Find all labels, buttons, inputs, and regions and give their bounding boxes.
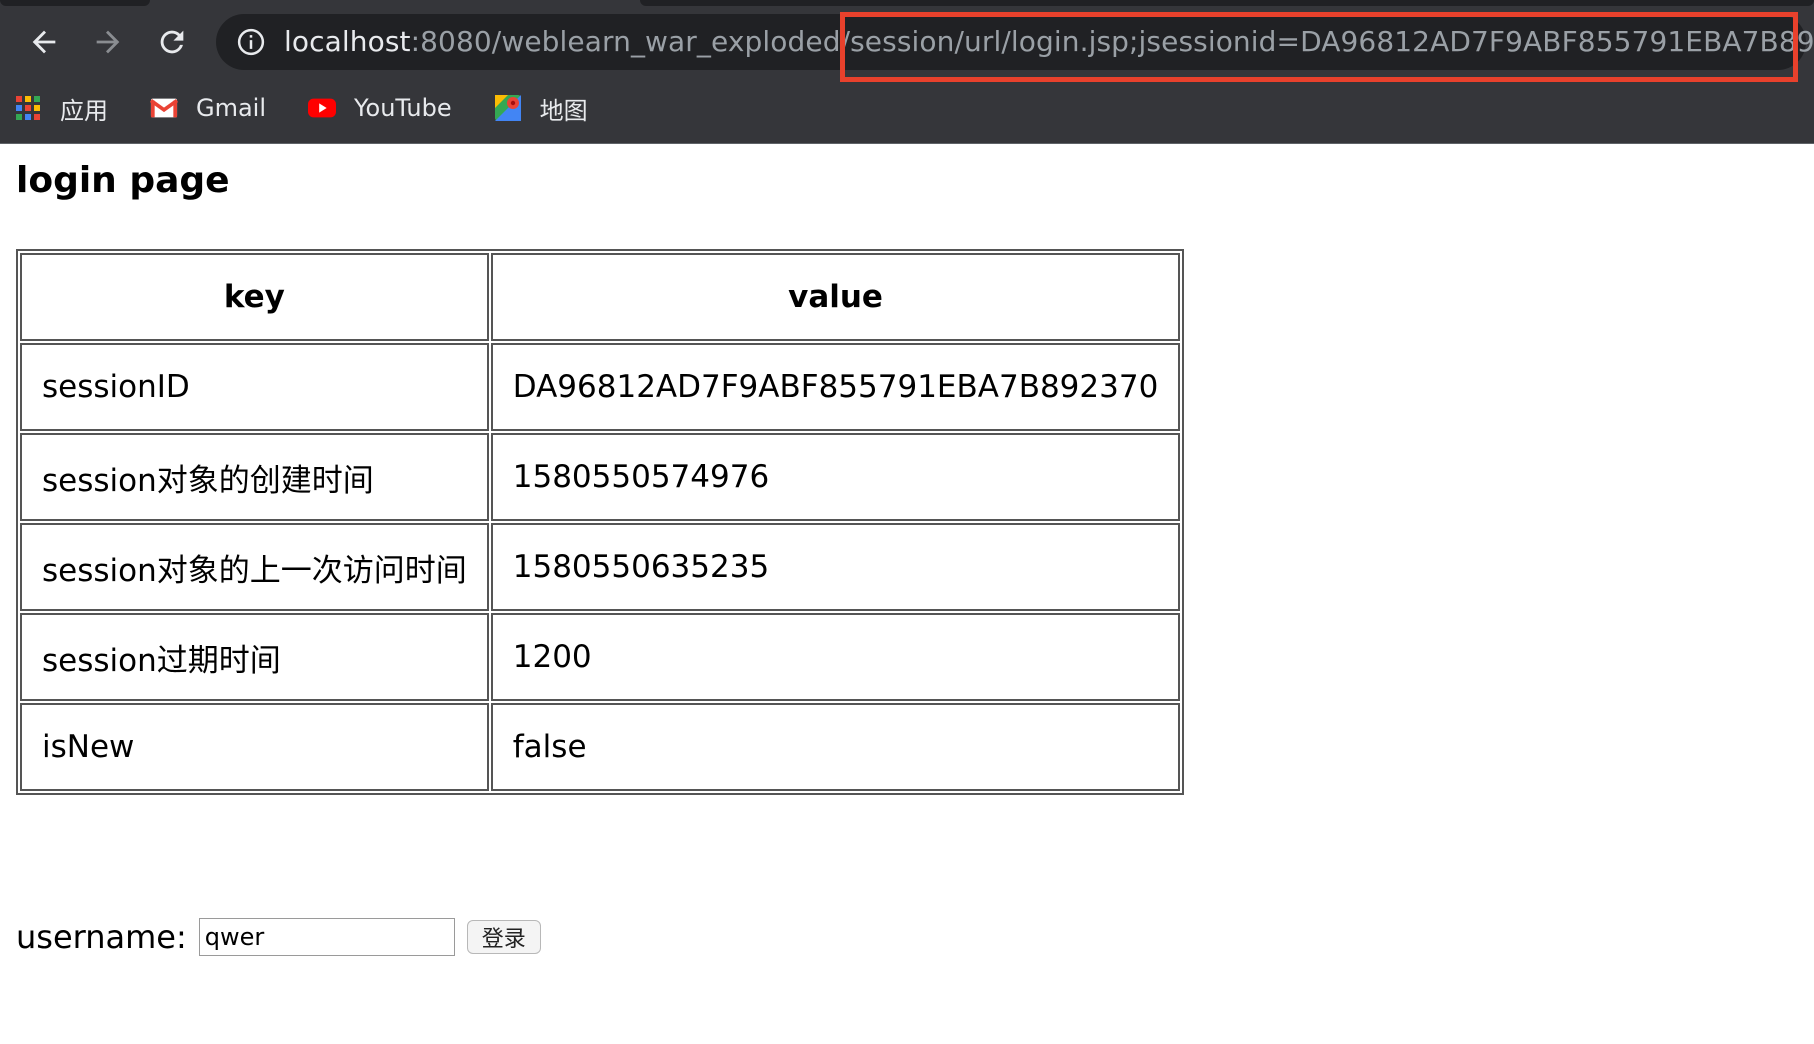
table-row: session对象的上一次访问时间 1580550635235 (20, 523, 1181, 611)
login-form: username: 登录 (16, 915, 541, 959)
url-host: localhost (284, 25, 411, 58)
table-cell-key: session对象的上一次访问时间 (20, 523, 489, 611)
bookmark-apps[interactable]: 应用 (0, 86, 120, 130)
info-icon[interactable] (236, 27, 266, 57)
bookmark-gmail[interactable]: Gmail (120, 86, 278, 130)
back-button[interactable] (18, 16, 70, 68)
username-label: username: (16, 918, 187, 956)
maps-icon (494, 94, 522, 122)
apps-grid-icon (14, 94, 42, 122)
table-cell-key: sessionID (20, 343, 489, 431)
bookmark-label: Gmail (196, 94, 267, 122)
tab-strip (0, 0, 150, 6)
table-cell-key: session对象的创建时间 (20, 433, 489, 521)
bookmark-label: 应用 (60, 96, 108, 125)
url-path: :8080/weblearn_war_exploded/session/url/… (410, 25, 1814, 58)
bookmark-youtube[interactable]: YouTube (278, 86, 464, 130)
bookmarks-bar: 应用 Gmail YouTube 地图 (0, 86, 600, 130)
table-row: isNew false (20, 703, 1181, 791)
page-title: login page (16, 160, 230, 201)
bookmark-label: YouTube (354, 94, 452, 122)
column-header-key: key (20, 253, 489, 341)
table-cell-key: session过期时间 (20, 613, 489, 701)
table-row: session过期时间 1200 (20, 613, 1181, 701)
gmail-icon (150, 94, 178, 122)
table-cell-value: DA96812AD7F9ABF855791EBA7B892370 (490, 343, 1181, 431)
address-bar[interactable]: localhost:8080/weblearn_war_exploded/ses… (216, 14, 1814, 70)
tab-strip (640, 0, 1814, 6)
reload-icon (160, 30, 184, 54)
login-button[interactable]: 登录 (466, 920, 541, 954)
table-cell-value: 1580550635235 (490, 523, 1181, 611)
bookmark-label: 地图 (539, 96, 588, 125)
table-header-row: key value (20, 253, 1181, 341)
session-info-table: key value sessionID DA96812AD7F9ABF85579… (16, 249, 1185, 795)
bookmark-maps[interactable]: 地图 (464, 86, 600, 130)
table-row: session对象的创建时间 1580550574976 (20, 433, 1181, 521)
forward-button[interactable] (82, 16, 134, 68)
table-cell-value: false (490, 703, 1181, 791)
table-row: sessionID DA96812AD7F9ABF855791EBA7B8923… (20, 343, 1181, 431)
username-input[interactable] (198, 918, 455, 956)
url-text[interactable]: localhost:8080/weblearn_war_exploded/ses… (284, 14, 1814, 70)
youtube-icon (308, 94, 337, 122)
browser-chrome: localhost:8080/weblearn_war_exploded/ses… (0, 0, 1814, 144)
table-cell-key: isNew (20, 703, 489, 791)
reload-button[interactable] (146, 16, 198, 68)
table-cell-value: 1200 (490, 613, 1181, 701)
column-header-value: value (490, 253, 1181, 341)
arrow-right-icon (96, 30, 120, 54)
table-cell-value: 1580550574976 (490, 433, 1181, 521)
arrow-left-icon (32, 30, 56, 54)
